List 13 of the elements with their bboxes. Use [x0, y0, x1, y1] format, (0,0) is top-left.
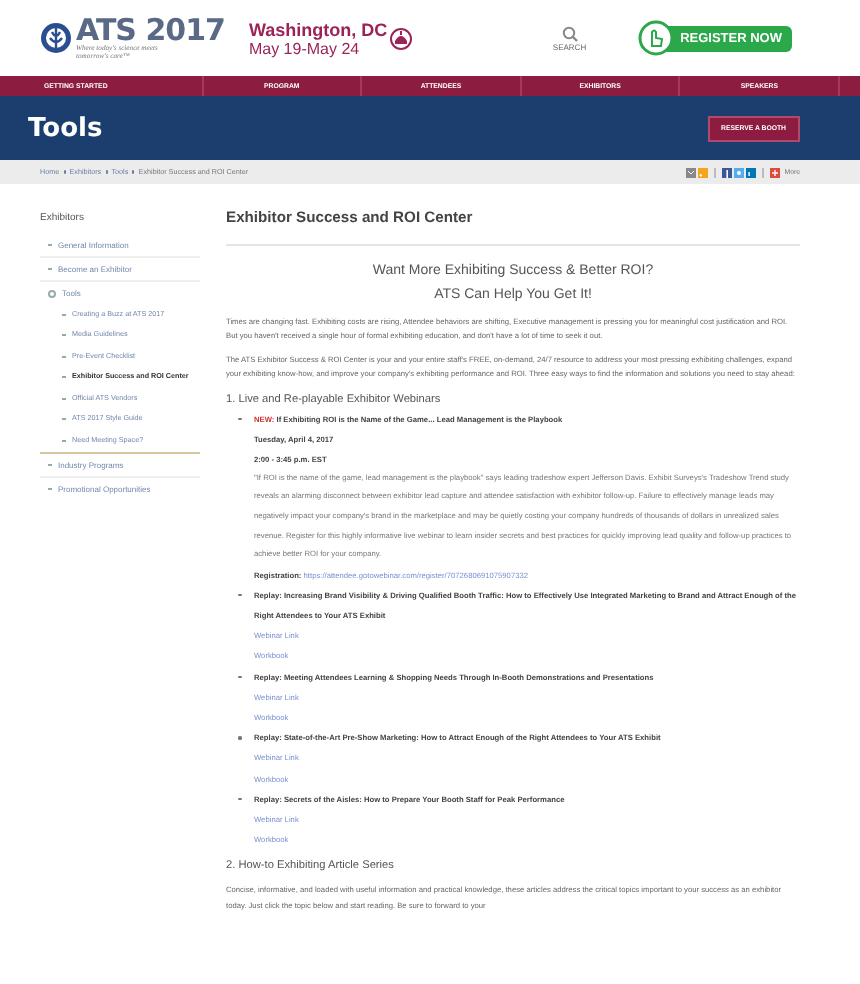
rss-icon[interactable]	[698, 167, 709, 177]
plus-icon[interactable]	[770, 167, 781, 177]
linkedin-icon[interactable]	[746, 167, 757, 177]
logo-emblem-icon	[40, 22, 72, 54]
page-title: Tools	[28, 113, 103, 143]
email-icon[interactable]	[686, 167, 697, 177]
pointing-hand-icon	[638, 20, 675, 56]
facebook-icon[interactable]	[722, 167, 733, 177]
event-city: Washington, DC	[248, 19, 388, 39]
search-icon[interactable]	[561, 25, 578, 41]
event-dates: May 19-May 24	[248, 39, 362, 57]
logo-title: ATS 2017	[76, 16, 225, 44]
capitol-dome-icon	[389, 27, 412, 49]
